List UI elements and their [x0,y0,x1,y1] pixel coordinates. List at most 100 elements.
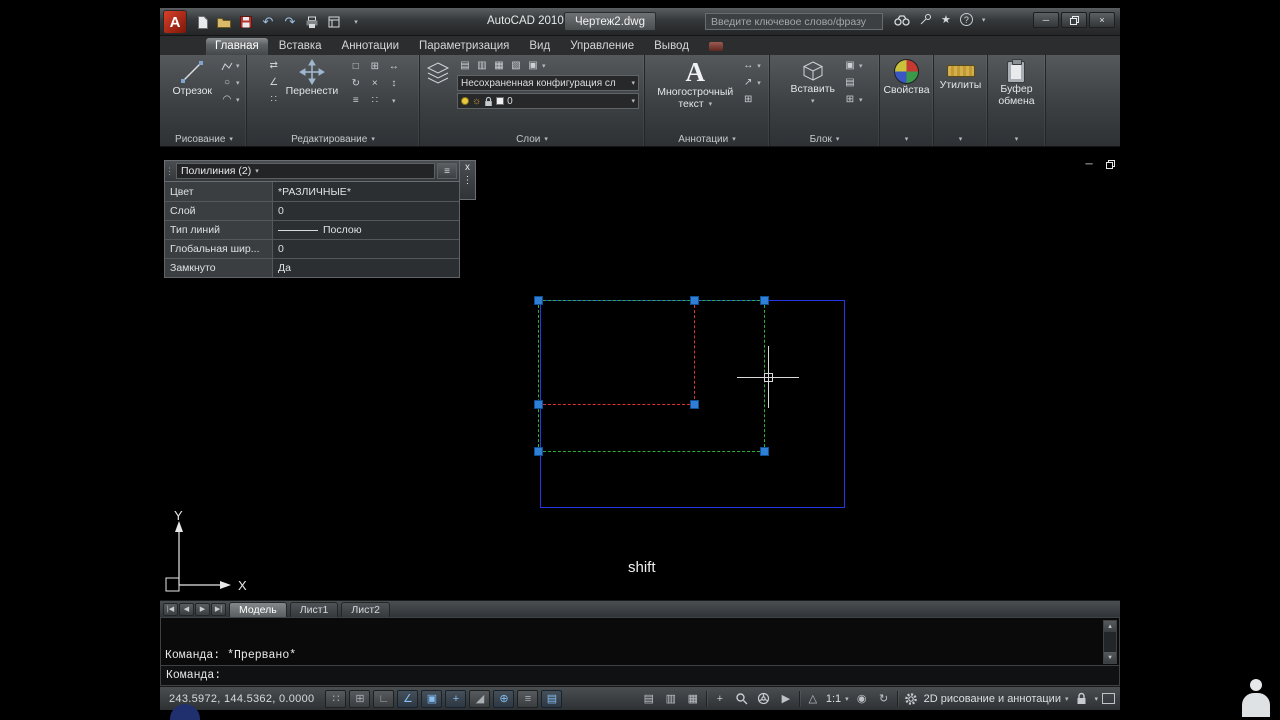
polyline-icon[interactable] [219,58,235,73]
scroll-up-icon[interactable]: ▲ [1104,621,1116,632]
insert-block-button[interactable]: Вставить ▾ [786,58,839,108]
block-edit-icon[interactable]: ▤ [842,75,858,90]
tab-view[interactable]: Вид [520,38,559,55]
grip-handle[interactable] [534,447,543,456]
plot-icon[interactable] [304,13,320,31]
mtext-button[interactable]: A Многострочный текст ▾ [653,58,737,111]
selected-polyline-outer[interactable] [538,300,765,452]
minimize-button[interactable]: ─ [1033,12,1059,28]
tab-output[interactable]: Вывод [645,38,698,55]
clipboard-button[interactable]: Буфер обмена [994,58,1038,108]
tab-annotate[interactable]: Аннотации [333,38,408,55]
property-value[interactable]: Да [273,259,459,277]
property-value[interactable]: 0 [273,202,459,220]
infocenter-search-input[interactable] [705,13,883,30]
model-space-button[interactable]: ▤ [640,690,658,707]
pan-button[interactable]: + [711,690,729,707]
online-icon[interactable] [707,41,724,52]
array2-icon[interactable]: ∷ [367,93,383,108]
circle-icon[interactable]: ○ [219,75,235,90]
copy-icon[interactable]: ⊞ [367,59,383,74]
offset-icon[interactable]: ≡ [348,93,364,108]
lwt-toggle[interactable]: ≡ [517,689,539,708]
scroll-down-icon[interactable]: ▼ [1104,652,1116,663]
panel-modify-footer[interactable]: Редактирование ▾ [247,132,419,146]
tab-layout1[interactable]: Лист1 [289,601,339,617]
layer-freeze-icon[interactable]: ▦ [491,58,507,73]
annotation-autoscale-button[interactable]: ↻ [875,690,893,707]
rotate-icon[interactable]: ↻ [348,76,364,91]
layer-lock-icon[interactable]: ▣ [525,58,541,73]
property-value[interactable]: 0 [273,240,459,258]
dimension-icon[interactable]: ↔ [740,58,756,73]
grip-handle[interactable] [534,296,543,305]
table-icon[interactable]: ⊞ [740,92,756,107]
polar-toggle[interactable]: ∠ [397,689,419,708]
palette-close-button[interactable]: x [465,162,470,173]
trim-icon[interactable]: × [367,76,383,91]
panel-utilities-footer[interactable]: ▾ [934,132,987,146]
line-tool-button[interactable]: Отрезок [168,58,216,98]
layer-state-combo[interactable]: Несохраненная конфигурация сл ▾ [457,75,639,91]
layer-state-icon[interactable]: ▤ [457,58,473,73]
grip-handle[interactable] [690,296,699,305]
properties-icon[interactable] [326,13,342,31]
layer-unlock-icon[interactable] [484,96,493,107]
scale-dropdown-icon[interactable]: ▾ [845,695,849,703]
undo-icon[interactable]: ↶ [260,13,276,31]
clean-screen-button[interactable] [1102,693,1115,704]
tab-parametric[interactable]: Параметризация [410,38,518,55]
palette-options-icon[interactable]: ⋮ [463,175,473,186]
prev-layout-button[interactable]: ◀ [179,602,194,616]
open-file-icon[interactable] [216,13,232,31]
command-scrollbar[interactable]: ▲ ▼ [1103,620,1117,664]
last-layout-button[interactable]: ▶| [211,602,226,616]
workspace-dropdown-icon[interactable]: ▾ [1065,695,1069,703]
redo-icon[interactable]: ↷ [282,13,298,31]
layer-dropdown-icon[interactable]: ▾ [631,97,635,105]
grid-toggle[interactable]: ⊞ [349,689,371,708]
lock-icon[interactable] [1072,690,1090,707]
tab-layout2[interactable]: Лист2 [341,601,391,617]
workspace-gear-icon[interactable] [902,690,920,707]
command-input-line[interactable]: Команда: [161,665,1119,685]
move-tool-button[interactable]: Перенести [282,58,343,98]
favorites-icon[interactable]: ★ [941,13,951,26]
qat-dropdown-icon[interactable]: ▾ [348,13,364,31]
tab-manage[interactable]: Управление [561,38,643,55]
arc-icon[interactable]: ◠ [219,92,235,107]
close-button[interactable]: × [1089,12,1115,28]
tab-model[interactable]: Модель [229,601,287,617]
workspace-switcher[interactable]: 2D рисование и аннотации [924,693,1061,705]
showmotion-button[interactable]: ▶ [777,690,795,707]
steering-wheel-button[interactable] [755,690,773,707]
grip-handle[interactable] [760,296,769,305]
erase-icon[interactable]: □ [348,59,364,74]
dyn-toggle[interactable]: ⊕ [493,689,515,708]
status-menu-icon[interactable]: ▾ [1094,695,1098,703]
command-history[interactable]: Команда: *Прервано* Команда: Противополо… [165,620,1099,706]
grip-handle[interactable] [760,447,769,456]
leader-icon[interactable]: ↗ [740,75,756,90]
grip-handle[interactable] [534,400,543,409]
otrack-toggle[interactable]: + [445,689,467,708]
snap-toggle[interactable]: ∷ [325,689,347,708]
new-file-icon[interactable] [194,13,210,31]
panel-draw-footer[interactable]: Рисование ▾ [162,132,246,146]
doc-restore-icon[interactable] [1103,158,1117,170]
panel-block-footer[interactable]: Блок ▾ [770,132,879,146]
customize-icon[interactable]: ≡ [437,163,457,179]
layer-config-dropdown-icon[interactable]: ▾ [631,79,635,87]
property-value[interactable]: Послою [273,221,459,239]
save-icon[interactable] [238,13,254,31]
object-type-combo[interactable]: Полилиния (2) ▾ [176,163,435,179]
tab-insert[interactable]: Вставка [270,38,331,55]
layer-off-icon[interactable]: ▧ [508,58,524,73]
ortho-toggle[interactable]: ∟ [373,689,395,708]
layer-isolate-icon[interactable]: ▥ [474,58,490,73]
restore-button[interactable] [1061,12,1087,28]
annotation-scale-value[interactable]: 1:1 [826,693,841,705]
panel-annotation-footer[interactable]: Аннотации ▾ [645,132,769,146]
first-layout-button[interactable]: |◀ [163,602,178,616]
selected-polyline-inner-right[interactable] [694,300,695,404]
